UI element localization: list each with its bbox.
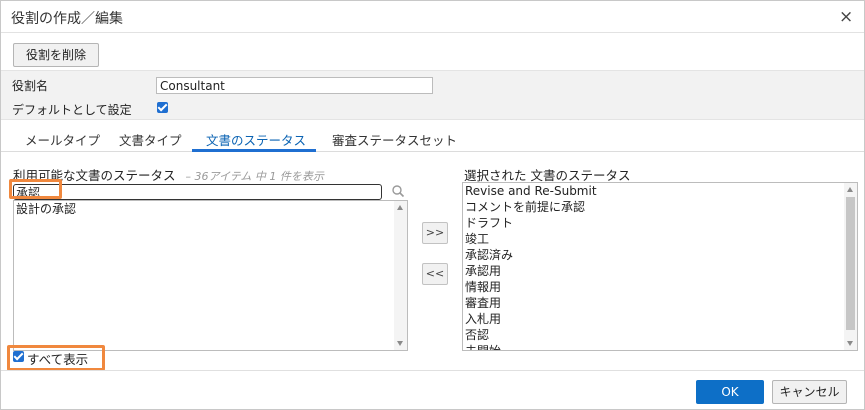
list-item[interactable]: コメントを前提に承認 <box>463 199 857 215</box>
role-name-label: 役割名 <box>12 79 49 93</box>
available-statuses-list[interactable]: 設計の承認 <box>13 200 408 351</box>
list-item[interactable]: 否認 <box>463 327 857 343</box>
selected-list-scrollbar[interactable] <box>844 183 857 350</box>
delete-role-button[interactable]: 役割を削除 <box>13 43 99 67</box>
filter-input[interactable] <box>13 184 382 200</box>
footer-divider <box>1 370 864 371</box>
available-statuses-header: 利用可能な文書のステータス – 36アイテム 中 1 件を表示 <box>13 165 324 184</box>
add-to-selected-button[interactable]: >> <box>422 222 448 244</box>
tab-document-types[interactable]: 文書タイプ <box>119 130 182 149</box>
list-item[interactable]: 設計の承認 <box>14 201 407 217</box>
list-item[interactable]: 情報用 <box>463 279 857 295</box>
scroll-down-icon[interactable] <box>847 341 853 346</box>
scroll-up-icon[interactable] <box>847 187 853 192</box>
list-item[interactable]: 入札用 <box>463 311 857 327</box>
role-edit-dialog: 役割の作成／編集 × 役割を削除 役割名 デフォルトとして設定 メールタイプ 文… <box>0 0 865 410</box>
available-count: – 36アイテム 中 1 件を表示 <box>185 170 324 183</box>
default-label: デフォルトとして設定 <box>12 103 132 117</box>
close-icon[interactable]: × <box>839 7 853 27</box>
list-item[interactable]: 承認用 <box>463 263 857 279</box>
role-properties-panel: 役割名 デフォルトとして設定 <box>1 70 864 120</box>
list-item[interactable]: Revise and Re-Submit <box>463 183 857 199</box>
list-item[interactable]: 未開始 <box>463 343 857 350</box>
scroll-up-icon[interactable] <box>397 205 403 210</box>
role-name-input[interactable] <box>156 77 433 94</box>
available-statuses-title: 利用可能な文書のステータス <box>13 168 176 183</box>
active-tab-indicator <box>192 149 316 152</box>
default-checkbox[interactable] <box>157 102 168 113</box>
scrollbar-thumb[interactable] <box>846 197 855 330</box>
scroll-down-icon[interactable] <box>397 341 403 346</box>
show-all-checkbox[interactable] <box>13 351 24 362</box>
search-icon[interactable] <box>391 184 405 198</box>
tab-mail-types[interactable]: メールタイプ <box>25 130 100 149</box>
list-item[interactable]: 承認済み <box>463 247 857 263</box>
list-item[interactable]: 竣工 <box>463 231 857 247</box>
tab-review-status-sets[interactable]: 審査ステータスセット <box>332 130 457 149</box>
available-list-scrollbar[interactable] <box>394 201 407 350</box>
dialog-titlebar: 役割の作成／編集 × <box>1 1 864 33</box>
show-all-label[interactable]: すべて表示 <box>27 349 88 368</box>
tab-document-statuses[interactable]: 文書のステータス <box>206 130 306 149</box>
remove-from-selected-button[interactable]: << <box>422 263 448 285</box>
list-item[interactable]: 審査用 <box>463 295 857 311</box>
cancel-button[interactable]: キャンセル <box>772 380 847 404</box>
tab-bar: メールタイプ 文書タイプ 文書のステータス 審査ステータスセット <box>1 125 864 152</box>
list-item[interactable]: ドラフト <box>463 215 857 231</box>
ok-button[interactable]: OK <box>696 380 764 404</box>
selected-statuses-list[interactable]: Revise and Re-Submit コメントを前提に承認 ドラフト 竣工 … <box>462 182 858 351</box>
dialog-title: 役割の作成／編集 <box>11 11 123 27</box>
